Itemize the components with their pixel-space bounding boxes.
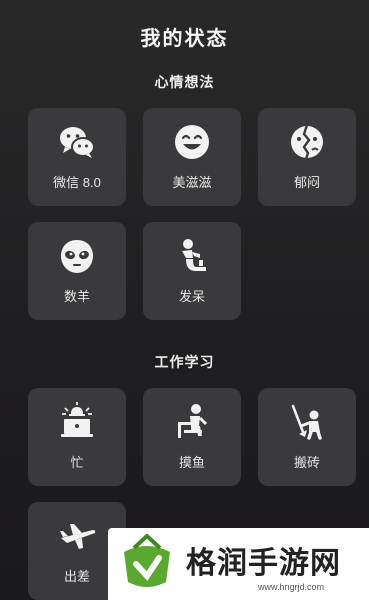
status-label: 搬砖	[293, 455, 320, 470]
watermark-banner: 格润手游网 www.hngrjd.com	[108, 528, 369, 600]
sitting-person-icon	[182, 239, 206, 271]
status-tile-busy[interactable]: 忙	[28, 388, 126, 486]
watermark-url: www.hngrjd.com	[258, 582, 325, 592]
sheep-face-icon	[61, 240, 93, 273]
status-label: 发呆	[178, 289, 205, 304]
section-title-mood: 心情想法	[154, 74, 215, 90]
status-label: 郁闷	[293, 175, 320, 190]
watermark-logo-icon	[124, 534, 170, 587]
wechat-icon	[60, 127, 95, 158]
section-title-work: 工作学习	[154, 354, 215, 370]
status-label: 数羊	[63, 289, 90, 304]
airplane-icon	[60, 524, 96, 549]
person-at-desk-icon	[178, 404, 208, 438]
alarm-laptop-icon	[61, 402, 93, 437]
status-tile-wechat[interactable]: 微信 8.0	[28, 108, 126, 206]
status-label: 忙	[70, 455, 84, 470]
status-tile-counting-sheep[interactable]: 数羊	[28, 222, 126, 320]
status-tile-daze[interactable]: 发呆	[143, 222, 241, 320]
status-label: 美滋滋	[172, 175, 212, 190]
status-tile-slacking[interactable]: 摸鱼	[143, 388, 241, 486]
smile-icon	[175, 125, 209, 159]
status-tile-depressed[interactable]: 郁闷	[258, 108, 356, 206]
watermark-text: 格润手游网	[186, 546, 341, 581]
person-digging-icon	[291, 404, 322, 440]
status-tile-toiling[interactable]: 搬砖	[258, 388, 356, 486]
status-label: 微信 8.0	[53, 175, 101, 190]
page-title: 我的状态	[140, 28, 229, 50]
broken-face-icon	[291, 124, 323, 160]
status-label: 摸鱼	[178, 455, 205, 470]
status-tile-happy[interactable]: 美滋滋	[143, 108, 241, 206]
